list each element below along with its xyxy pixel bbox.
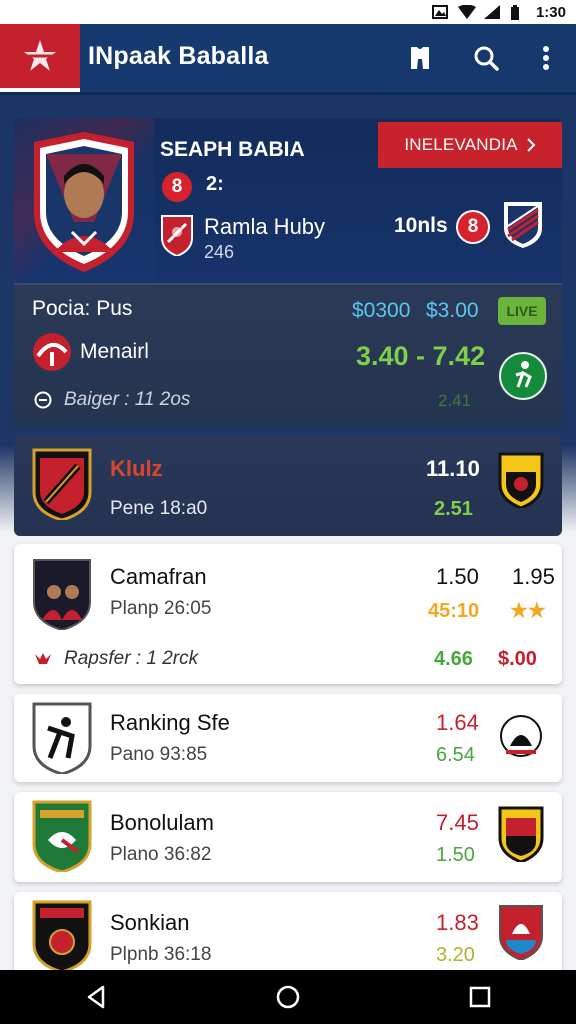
back-button[interactable]	[76, 977, 116, 1017]
player-photo-badge	[34, 132, 134, 272]
app-title: INpaak Baballa	[88, 42, 269, 70]
opponent-crest-icon	[504, 202, 542, 248]
odds-footer: Baiger : 11 2os	[64, 389, 191, 410]
relevance-button[interactable]: INELEVANDIA	[378, 122, 562, 168]
bookmaker-logo-icon	[33, 333, 71, 371]
status-bar: 1:30	[0, 0, 576, 24]
team-name: Sonkian	[110, 910, 190, 935]
player-number-secondary: 2:	[206, 173, 224, 195]
home-button[interactable]	[268, 977, 308, 1017]
more-icon	[543, 46, 549, 70]
rating-stars: ★★	[510, 600, 546, 622]
match-time: Pene 18:a0	[110, 498, 208, 519]
odds-title: Pocia: Pus	[32, 297, 133, 320]
odds-market-label: Menairl	[80, 340, 149, 363]
odds-home[interactable]: 11.10	[426, 456, 480, 482]
relevance-button-label: INELEVANDIA	[404, 135, 518, 154]
odds-draw[interactable]: 6.54	[436, 744, 475, 767]
match-time: Plpnb 36:18	[110, 944, 212, 965]
odds-draw[interactable]: 1.50	[436, 844, 475, 867]
recents-button[interactable]	[460, 977, 500, 1017]
match-card[interactable]: Ranking Sfe Pano 93:85 1.64 6.54	[14, 694, 562, 782]
odds-draw[interactable]: 2.51	[434, 498, 473, 521]
player-number-badge: 8	[162, 172, 192, 202]
app-logo[interactable]	[0, 24, 80, 92]
player-stat-number: 8	[456, 210, 490, 244]
team-crest-icon	[32, 800, 92, 872]
jersey-icon	[411, 47, 429, 69]
odds-away[interactable]: 1.95	[512, 564, 555, 590]
odds-main-value: 3.40 - 7.42	[356, 341, 486, 371]
wifi-icon	[457, 4, 476, 19]
player-team: Ramla Huby	[204, 214, 326, 239]
odds-home[interactable]: 1.64	[436, 710, 479, 736]
team-name: Klulz	[110, 456, 163, 481]
back-icon	[87, 985, 105, 1009]
odds-price-2: $3.00	[426, 299, 479, 322]
match-card[interactable]: Camafran Planp 26:05 1.50 1.95 45:10 ★★ …	[14, 544, 562, 684]
status-time: 1:30	[535, 3, 566, 21]
team-name: Bonolulam	[110, 810, 214, 835]
odds-draw[interactable]: 3.20	[436, 944, 475, 967]
odds-panel[interactable]: Pocia: Pus $0300 $3.00 LIVE Menairl 3.40…	[14, 283, 562, 426]
match-time: Plano 36:82	[110, 844, 212, 865]
odds-home[interactable]: 7.45	[436, 810, 479, 836]
system-nav-bar	[0, 970, 576, 1024]
team-crest-icon	[161, 215, 193, 256]
recents-icon	[469, 986, 491, 1008]
team-crest-icon	[32, 702, 92, 774]
player-running-icon	[499, 352, 547, 400]
odds-small-value: 2.41	[438, 391, 472, 410]
player-name: SEAPH BABIA	[160, 138, 305, 161]
player-stat-label: 10nls	[394, 214, 448, 237]
search-icon	[474, 46, 499, 71]
team-name: Ranking Sfe	[110, 710, 230, 735]
more-button[interactable]	[528, 40, 564, 76]
match-card[interactable]: Klulz Pene 18:a0 11.10 2.51	[14, 436, 562, 536]
battery-icon	[510, 5, 526, 20]
player-year: 246	[204, 242, 235, 262]
match-time: Pano 93:85	[110, 744, 208, 765]
search-button[interactable]	[468, 40, 504, 76]
home-icon	[276, 985, 300, 1009]
star-logo-icon	[24, 40, 56, 71]
odds-home[interactable]: 1.50	[436, 564, 479, 590]
odds-home[interactable]: 1.83	[436, 910, 479, 936]
team-crest-icon	[32, 448, 92, 520]
odds-draw[interactable]: 45:10	[428, 600, 479, 623]
odds-footer-1[interactable]: 4.66	[434, 648, 473, 671]
signal-icon	[483, 5, 500, 19]
clock-icon	[34, 391, 52, 409]
odds-price-1: $0300	[352, 299, 411, 322]
opponent-crest-icon	[498, 806, 544, 862]
player-hero-card[interactable]: SEAPH BABIA 8 2: Ramla Huby 246 INELEVAN…	[14, 118, 562, 283]
live-badge: LIVE	[498, 297, 546, 325]
opponent-crest-icon	[498, 452, 544, 508]
team-crest-icon	[33, 559, 91, 630]
match-card[interactable]: Sonkian Plpnb 36:18 1.83 3.20	[14, 892, 562, 982]
match-card[interactable]: Bonolulam Plano 36:82 7.45 1.50	[14, 792, 562, 882]
opponent-crest-icon	[499, 905, 543, 960]
jersey-button[interactable]	[402, 40, 438, 76]
match-time: Planp 26:05	[110, 598, 212, 619]
chevron-right-icon	[526, 138, 536, 152]
team-name: Camafran	[110, 564, 207, 589]
team-crest-icon	[32, 900, 92, 972]
app-bar: INpaak Baballa	[0, 24, 576, 95]
odds-footer-2[interactable]: $.00	[498, 648, 537, 671]
match-footer: Rapsfer : 1 2rck	[64, 648, 199, 669]
opponent-crest-icon	[500, 715, 542, 757]
image-icon	[431, 5, 448, 19]
crown-icon	[35, 653, 51, 664]
